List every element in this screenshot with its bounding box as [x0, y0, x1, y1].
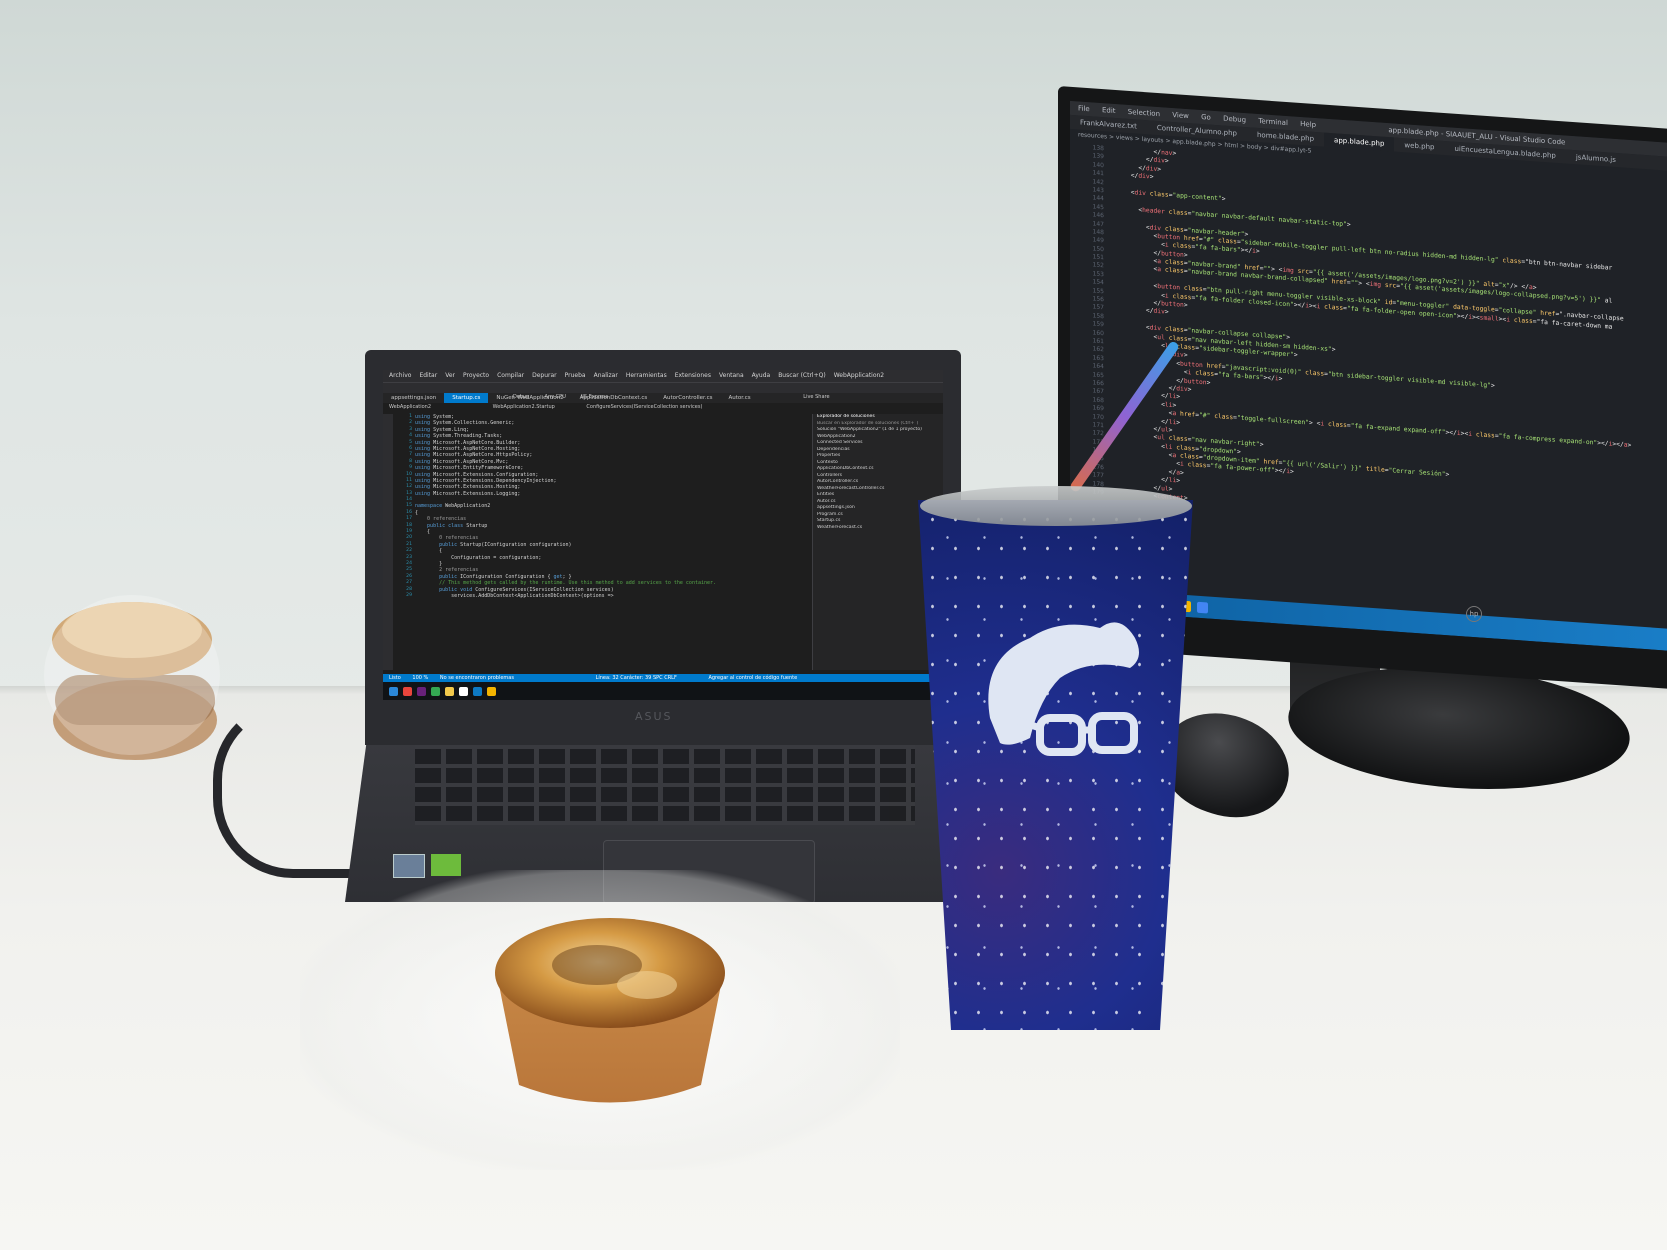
- menu-terminal[interactable]: Terminal: [1258, 117, 1288, 127]
- vs-menu-item[interactable]: Ayuda: [752, 370, 771, 382]
- tab-startup[interactable]: Startup.cs: [444, 393, 489, 403]
- status-zoom[interactable]: 100 %: [412, 675, 428, 681]
- taskbar-app-icon[interactable]: [403, 686, 412, 696]
- menu-file[interactable]: File: [1078, 104, 1090, 113]
- menu-view[interactable]: View: [1172, 111, 1189, 120]
- tab-autorcontroller[interactable]: AutorController.cs: [655, 393, 720, 403]
- status-ready: Listo: [389, 675, 401, 681]
- vs-menu-item[interactable]: Extensiones: [675, 370, 711, 382]
- vs-menu-bar: Archivo Editar Ver Proyecto Compilar Depurar P…: [383, 370, 943, 382]
- asus-logo: ASUS: [635, 710, 673, 723]
- taskbar-app-icon[interactable]: [1197, 601, 1208, 613]
- vs-menu-item[interactable]: Depurar: [532, 370, 557, 382]
- vs-menu-item[interactable]: Prueba: [565, 370, 586, 382]
- taskbar-app-icon[interactable]: [445, 686, 454, 696]
- menu-go[interactable]: Go: [1201, 113, 1211, 122]
- vs-menu-item[interactable]: Analizar: [594, 370, 618, 382]
- vs-menu-item[interactable]: Compilar: [497, 370, 524, 382]
- vs-code-editor[interactable]: using System; using System.Collections.Ge…: [415, 414, 812, 670]
- vs-menu-item[interactable]: Ver: [445, 370, 455, 382]
- photo-scene: File Edit Selection View Go Debug Termin…: [0, 0, 1667, 1250]
- tab-autor[interactable]: Autor.cs: [720, 393, 758, 403]
- vs-line-numbers: 1 2 3 4 5 6 7 8 9 10 11 12 13 14 15 16 17 18 19 20 21 22 23 24 2…: [393, 414, 415, 670]
- vs-menu-item[interactable]: Ventana: [719, 370, 744, 382]
- taskbar-app-icon[interactable]: [487, 686, 496, 696]
- taskbar-app-icon[interactable]: [459, 686, 468, 696]
- vs-menu-item[interactable]: Archivo: [389, 370, 411, 382]
- tumbler-lid: [920, 486, 1192, 526]
- menu-selection[interactable]: Selection: [1128, 108, 1160, 118]
- laptop-taskbar: [383, 682, 943, 700]
- code-line[interactable]: services.AddDbContext<ApplicationDbConte…: [415, 593, 812, 599]
- taskbar-app-icon[interactable]: [417, 686, 426, 696]
- pastry-tart: [495, 918, 725, 1103]
- vs-menu-item[interactable]: Herramientas: [626, 370, 667, 382]
- tab-dbcontext[interactable]: ApplicationDbContext.cs: [572, 393, 656, 403]
- status-position: Línea: 32 Carácter: 39 SPC CRLF: [595, 675, 677, 681]
- menu-edit[interactable]: Edit: [1102, 106, 1116, 115]
- vs-menu-item[interactable]: Buscar (Ctrl+Q): [778, 370, 826, 382]
- vs-side-tool-tabs[interactable]: [383, 414, 393, 670]
- status-source-control[interactable]: Agregar al control de código fuente: [708, 675, 797, 681]
- vs-menu-item[interactable]: Editar: [419, 370, 437, 382]
- vs-tabs: appsettings.json Startup.cs NuGet: WebAp…: [383, 393, 943, 403]
- nav-project[interactable]: WebApplication2: [389, 404, 431, 410]
- menu-debug[interactable]: Debug: [1223, 115, 1246, 125]
- menu-help[interactable]: Help: [1300, 120, 1316, 129]
- vs-menu-item[interactable]: WebApplication2: [834, 370, 884, 382]
- taskbar-app-icon[interactable]: [431, 686, 440, 696]
- taskbar-app-icon[interactable]: [473, 686, 482, 696]
- nav-member[interactable]: ConfigureServices(IServiceCollection ser…: [586, 404, 702, 410]
- vs-body: 1 2 3 4 5 6 7 8 9 10 11 12 13 14 15 16 17 18 19 20 21 22 23 24 2…: [383, 414, 943, 670]
- line-number: 29: [406, 592, 412, 598]
- laptop-lid: Archivo Editar Ver Proyecto Compilar Depurar P…: [365, 350, 961, 745]
- tab-nuget[interactable]: NuGet: WebApplication2: [488, 393, 571, 403]
- vs-menu-item[interactable]: Proyecto: [463, 370, 489, 382]
- vs-navigation-bar: WebApplication2 WebApplication2.Startup …: [383, 403, 943, 412]
- vs-status-bar: Listo 100 % No se encontraron problemas …: [383, 674, 943, 682]
- status-problems[interactable]: No se encontraron problemas: [440, 675, 514, 681]
- hp-logo: hp: [1466, 606, 1482, 622]
- visual-studio-window: Archivo Editar Ver Proyecto Compilar Depurar P…: [383, 370, 943, 700]
- code-lines[interactable]: </nav> </div> </div> </div> <div class="…: [1108, 143, 1667, 628]
- tab-appsettings[interactable]: appsettings.json: [383, 393, 444, 403]
- live-share[interactable]: Live Share: [803, 394, 829, 400]
- vs-toolbar: Debug Any CPU IIS Express Live Share: [383, 382, 943, 400]
- taskbar-app-icon[interactable]: [389, 686, 398, 696]
- nav-class[interactable]: WebApplication2.Startup: [493, 404, 555, 410]
- stacked-pastries: [44, 595, 220, 760]
- glasses-face-decal: [988, 622, 1139, 756]
